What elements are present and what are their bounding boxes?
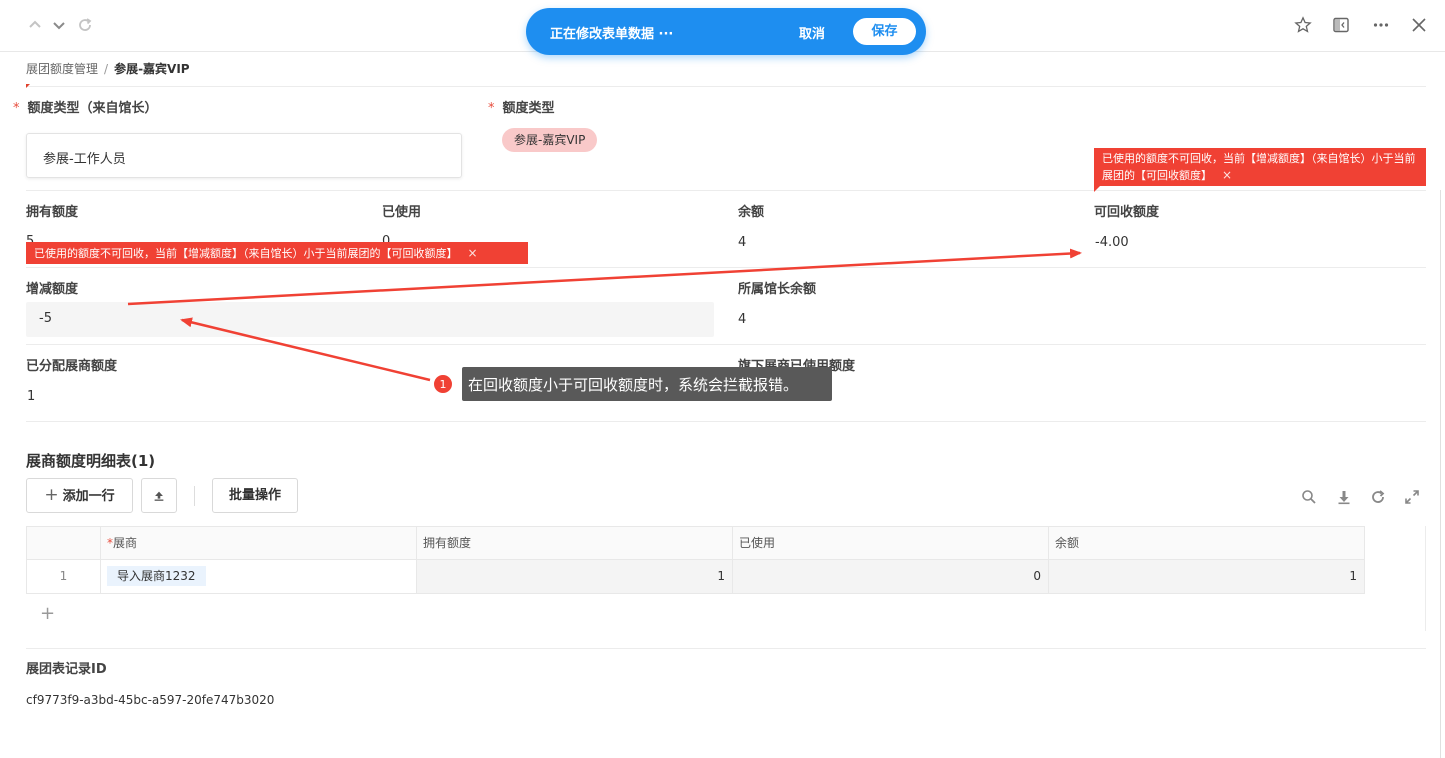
- save-button[interactable]: 保存: [853, 18, 916, 45]
- table-header-owned[interactable]: 拥有额度: [416, 527, 732, 560]
- exhibitor-tag[interactable]: 导入展商1232: [107, 566, 206, 586]
- star-icon[interactable]: [1291, 13, 1315, 37]
- balance-label: 余额: [738, 205, 765, 220]
- chevron-down-icon[interactable]: [48, 14, 70, 36]
- search-icon[interactable]: [1299, 487, 1319, 507]
- director-balance-label: 所属馆长余额: [738, 282, 817, 297]
- row-index: 1: [26, 560, 100, 593]
- error-tooltip-recoverable: 已使用的额度不可回收，当前【增减额度】（来自馆长）小于当前展团的【可回收额度】 ×: [1094, 148, 1426, 192]
- reload-icon[interactable]: [1368, 487, 1388, 507]
- row-used-cell[interactable]: 0: [732, 560, 1048, 593]
- director-balance-value: 4: [738, 312, 747, 327]
- annotation-number-badge: 1: [433, 374, 453, 394]
- quota-type-tag: 参展-嘉宾VIP: [502, 128, 598, 152]
- quota-type-director-select[interactable]: 参展-工作人员: [26, 133, 462, 178]
- used-label: 已使用: [382, 205, 422, 220]
- table-header-row: *展商 拥有额度 已使用 余额: [26, 526, 1365, 560]
- fullscreen-icon[interactable]: [1402, 487, 1422, 507]
- table-header-balance[interactable]: 余额: [1048, 527, 1365, 560]
- sidebar-icon[interactable]: [1329, 13, 1353, 37]
- record-id-value: cf9773f9-a3bd-45bc-a597-20fe747b3020: [26, 693, 275, 707]
- row-balance-cell[interactable]: 1: [1048, 560, 1365, 593]
- close-icon[interactable]: [1407, 13, 1431, 37]
- refresh-icon[interactable]: [74, 14, 96, 36]
- change-quota-label: 增减额度: [26, 282, 79, 297]
- scrollbar-track[interactable]: [1440, 190, 1441, 758]
- error-tooltip-change-quota: 已使用的额度不可回收，当前【增减额度】（来自馆长）小于当前展团的【可回收额度】 ×: [26, 242, 528, 264]
- divider: [26, 648, 1426, 649]
- table-header-used[interactable]: 已使用: [732, 527, 1048, 560]
- breadcrumb-separator: /: [104, 62, 109, 76]
- detail-table-title: 展商额度明细表(1): [26, 452, 156, 470]
- divider: [26, 344, 1426, 345]
- close-icon[interactable]: ×: [1222, 168, 1232, 182]
- upload-button[interactable]: [141, 478, 177, 513]
- editing-banner: 正在修改表单数据 ··· 取消 保存: [526, 8, 926, 55]
- annotation-callout: 在回收额度小于可回收额度时，系统会拦截报错。: [462, 367, 832, 401]
- download-icon[interactable]: [1334, 487, 1354, 507]
- plus-icon: +: [44, 485, 59, 505]
- table-header-exhibitor[interactable]: *展商: [100, 527, 416, 560]
- quota-type-director-label: * 额度类型（来自馆长）: [13, 101, 158, 116]
- divider: [26, 190, 1426, 191]
- breadcrumb-parent[interactable]: 展团额度管理: [26, 62, 98, 76]
- breadcrumb-current: 参展-嘉宾VIP: [114, 62, 190, 76]
- row-owned-cell[interactable]: 1: [416, 560, 732, 593]
- allocated-exhibitor-quota-label: 已分配展商额度: [26, 359, 118, 374]
- recoverable-quota-label: 可回收额度: [1094, 205, 1160, 220]
- required-corner-mark: [26, 84, 30, 88]
- change-quota-input[interactable]: -5: [26, 302, 714, 337]
- close-icon[interactable]: ×: [468, 246, 478, 260]
- batch-operation-button[interactable]: 批量操作: [212, 478, 298, 513]
- divider: [26, 86, 1426, 87]
- record-id-label: 展团表记录ID: [26, 662, 107, 677]
- cancel-button[interactable]: 取消: [799, 23, 825, 42]
- table-header-index: [26, 527, 100, 560]
- owned-quota-label: 拥有额度: [26, 205, 79, 220]
- toolbar-divider: [194, 486, 195, 506]
- chevron-up-icon[interactable]: [24, 14, 46, 36]
- divider: [26, 267, 1426, 268]
- divider: [26, 421, 1426, 422]
- add-row-plus-icon[interactable]: +: [40, 603, 55, 624]
- balance-value: 4: [738, 235, 747, 250]
- recoverable-quota-value: -4.00: [1095, 235, 1129, 250]
- more-icon[interactable]: [1369, 13, 1393, 37]
- add-row-button[interactable]: + 添加一行: [26, 478, 133, 513]
- row-exhibitor-cell[interactable]: 导入展商1232: [100, 560, 416, 593]
- editing-message: 正在修改表单数据 ···: [550, 27, 674, 42]
- allocated-exhibitor-quota-value: 1: [27, 389, 36, 404]
- breadcrumb: 展团额度管理 / 参展-嘉宾VIP: [26, 60, 190, 77]
- table-row: 1 导入展商1232 1 0 1: [26, 560, 1365, 594]
- quota-type-label: * 额度类型: [488, 101, 555, 116]
